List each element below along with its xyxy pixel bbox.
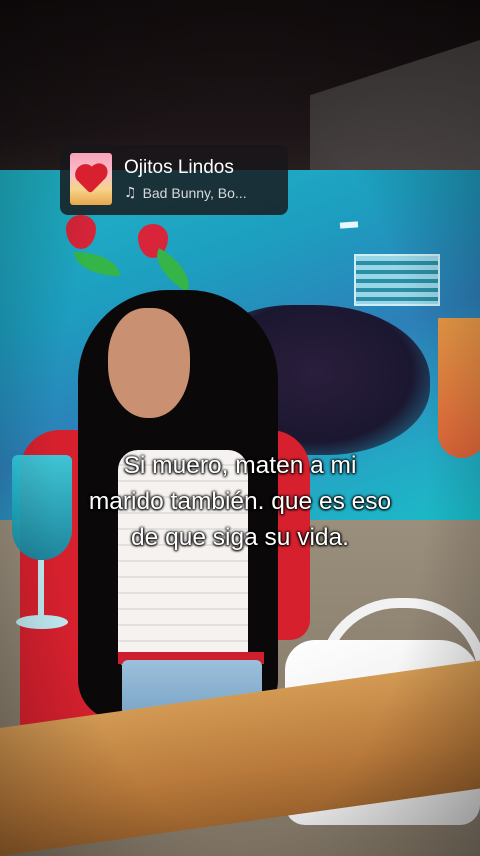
caption-line: Si muero, maten a mi (123, 452, 357, 479)
heart-icon (77, 166, 105, 194)
woman-face (108, 308, 190, 418)
song-artist: Bad Bunny, Bo... (142, 185, 247, 201)
video-frame[interactable] (0, 0, 480, 856)
now-playing-sticker[interactable]: Ojitos Lindos ♫ Bad Bunny, Bo... (60, 145, 288, 215)
caption-line: de que siga su vida. (131, 524, 349, 551)
glass-stem (38, 560, 44, 620)
drink-mural-art (438, 318, 480, 458)
album-cover (70, 153, 112, 205)
mural-lettering-art (339, 221, 359, 229)
glass-foot (16, 615, 68, 629)
video-caption: Si muero, maten a mi marido también. que… (20, 448, 460, 556)
wall-vent (354, 254, 440, 306)
music-note-icon: ♫ (124, 185, 137, 201)
song-artist-row: ♫ Bad Bunny, Bo... (124, 185, 247, 201)
caption-line: marido también. que es eso (88, 488, 392, 515)
song-title: Ojitos Lindos (124, 157, 234, 178)
